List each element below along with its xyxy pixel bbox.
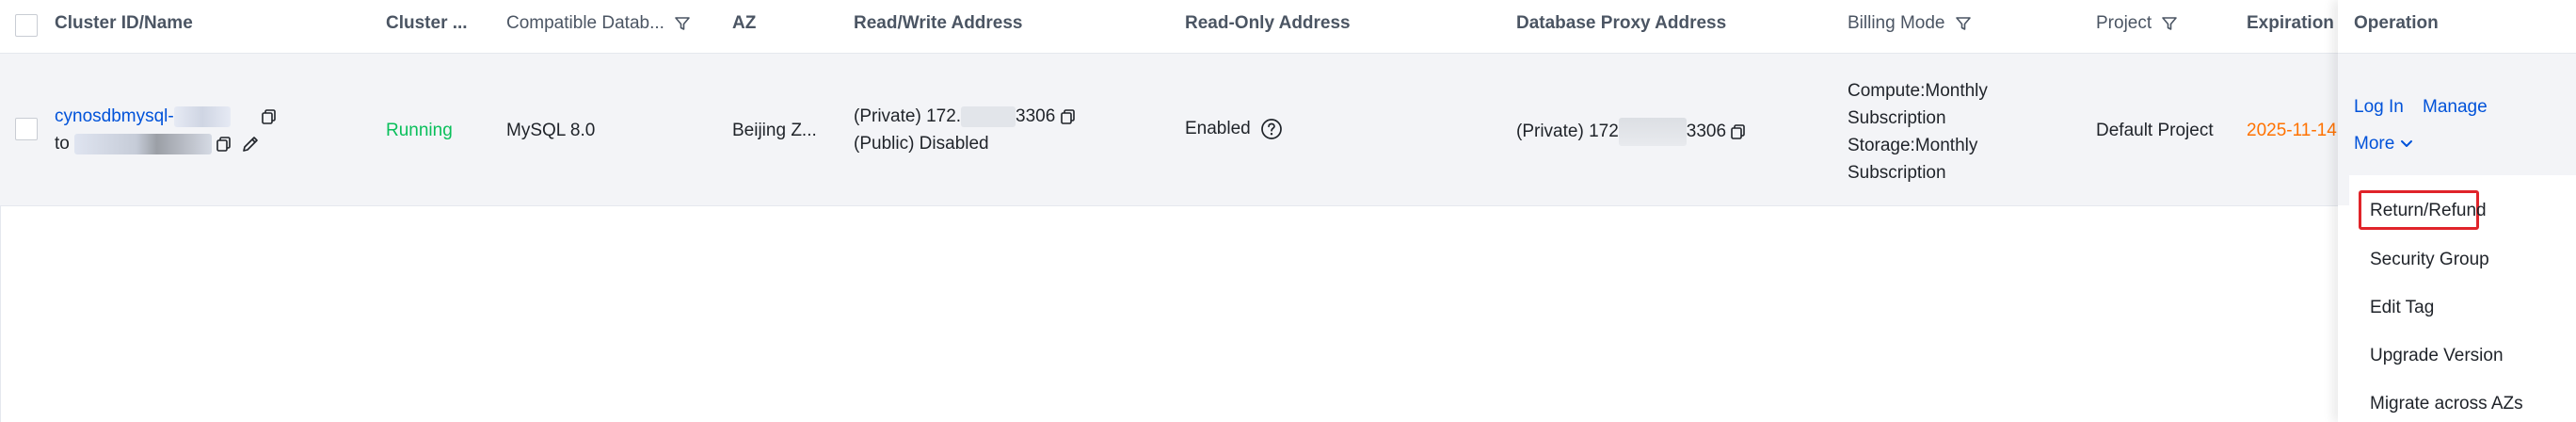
header-project: Project xyxy=(2096,13,2178,34)
copy-icon[interactable] xyxy=(262,109,277,124)
header-ro-address: Read-Only Address xyxy=(1185,13,1351,33)
filter-icon[interactable] xyxy=(2161,15,2178,32)
operation-column: Operation Log In Manage More Return/Refu… xyxy=(2338,0,2576,422)
copy-icon[interactable] xyxy=(216,137,232,152)
header-compatible-db: Compatible Datab... xyxy=(506,13,691,34)
project-text: Default Project xyxy=(2096,121,2214,140)
menu-item-security-group[interactable]: Security Group xyxy=(2370,250,2489,270)
redacted-ip xyxy=(961,106,1016,127)
expiration-text: 2025-11-14 xyxy=(2247,121,2337,140)
operation-header-label: Operation xyxy=(2354,13,2439,33)
filter-icon[interactable] xyxy=(674,15,691,32)
menu-item-upgrade-version[interactable]: Upgrade Version xyxy=(2370,346,2504,366)
cluster-name-cell: to xyxy=(55,134,260,154)
header-billing-mode: Billing Mode xyxy=(1848,13,1972,34)
menu-item-migrate-azs[interactable]: Migrate across AZs xyxy=(2370,394,2523,414)
manage-link[interactable]: Manage xyxy=(2423,97,2488,118)
menu-item-edit-tag[interactable]: Edit Tag xyxy=(2370,298,2434,318)
compatible-db-text: MySQL 8.0 xyxy=(506,121,596,140)
table-header: Cluster ID/Name Cluster ... Compatible D… xyxy=(0,0,2576,54)
redacted-ip xyxy=(1618,118,1687,146)
more-menu: Return/Refund Security Group Edit Tag Up… xyxy=(2349,175,2576,422)
cluster-id-cell: cynosdbmysql- xyxy=(55,106,277,127)
header-cluster-id: Cluster ID/Name xyxy=(55,13,193,33)
edit-icon[interactable] xyxy=(241,135,260,154)
header-rw-address: Read/Write Address xyxy=(854,13,1023,33)
ro-address-cell: Enabled xyxy=(1185,118,1283,140)
header-proxy-address: Database Proxy Address xyxy=(1516,13,1727,33)
az-text: Beijing Z... xyxy=(732,121,817,140)
redacted-id xyxy=(173,106,231,127)
copy-icon[interactable] xyxy=(1731,124,1746,139)
filter-icon[interactable] xyxy=(1955,15,1972,32)
cluster-name-prefix: to xyxy=(55,134,70,154)
chevron-down-icon xyxy=(2400,139,2413,149)
operation-header: Operation xyxy=(2338,0,2576,54)
redacted-name xyxy=(74,134,213,154)
header-cluster-status: Cluster ... xyxy=(386,13,468,33)
header-az: AZ xyxy=(732,13,757,33)
rw-public-address: (Public) Disabled xyxy=(854,134,989,154)
login-link[interactable]: Log In xyxy=(2354,97,2404,118)
select-all-checkbox[interactable] xyxy=(15,14,38,37)
billing-mode-cell: Compute:Monthly Subscription Storage:Mon… xyxy=(1848,81,1988,183)
header-expiration: Expiration xyxy=(2247,13,2334,33)
row-checkbox[interactable] xyxy=(15,118,38,140)
copy-icon[interactable] xyxy=(1060,109,1076,124)
more-dropdown[interactable]: More xyxy=(2354,134,2413,154)
menu-item-return-refund[interactable]: Return/Refund xyxy=(2370,201,2487,221)
table-row: cynosdbmysql- to Running MySQL 8.0 Beiji… xyxy=(0,54,2576,206)
help-icon[interactable] xyxy=(1260,118,1283,140)
rw-private-address: (Private) 172. 3306 xyxy=(854,106,1076,127)
cluster-id-link[interactable]: cynosdbmysql- xyxy=(55,106,174,126)
proxy-address-cell: (Private) 172 3306 xyxy=(1516,118,1746,146)
status-text: Running xyxy=(386,121,453,140)
